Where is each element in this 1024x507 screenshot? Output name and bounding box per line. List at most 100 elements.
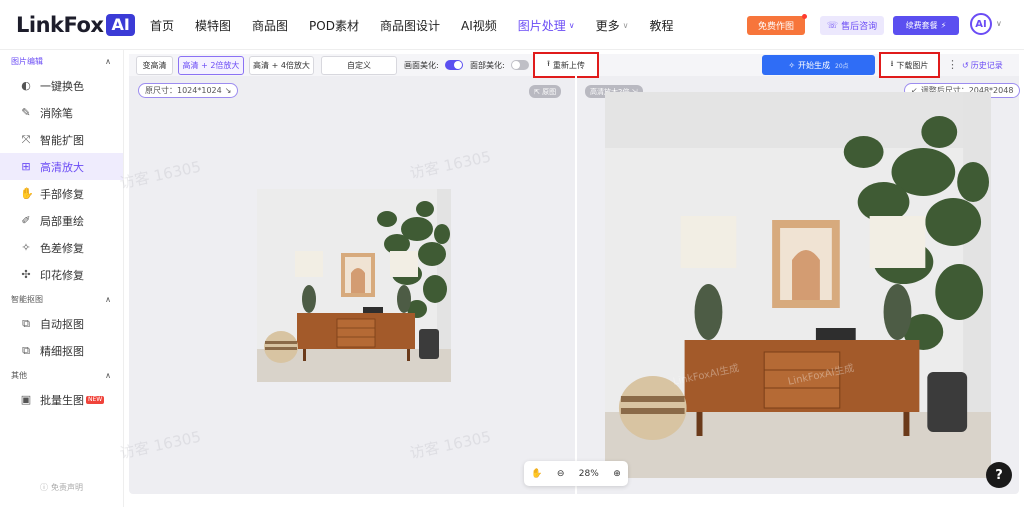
sidebar-item[interactable]: ⧉ 自动抠图	[0, 310, 123, 337]
fine-cutout-icon: ⧉	[22, 343, 30, 357]
user-avatar[interactable]: AI	[970, 13, 992, 35]
sidebar-item[interactable]: ⤧ 智能扩图	[0, 126, 123, 153]
zoom-level: 28%	[578, 468, 599, 479]
logo-text: LinkFox	[16, 13, 104, 37]
upload-icon: ⭱	[547, 59, 550, 68]
after-sales-consult-button[interactable]: ☏ 售后咨询	[820, 16, 884, 35]
original-tag-label: 原图	[542, 87, 557, 96]
reupload-label: 重新上传	[552, 60, 585, 70]
nav-item-7[interactable]: 更多 ∨	[596, 17, 629, 34]
sidebar-item-label: 精细抠图	[40, 344, 84, 358]
sidebar-item-label: 自动抠图	[40, 317, 84, 331]
disclaimer-link[interactable]: ⓘ 免责声明	[40, 482, 83, 493]
nav-item-2[interactable]: 商品图	[252, 17, 288, 34]
sidebar-sections: 图片编辑 ∧ ◐ 一键换色 ✎ 消除笔 ⤧ 智能扩图 ⊞ 高清放大 ✋ 手部修复 ✐ 局部重绘 ✧ 色差修复 ✣…	[0, 50, 123, 413]
chevron-down-icon: ∨	[622, 20, 629, 30]
sidebar: 图片编辑 ∧ ◐ 一键换色 ✎ 消除笔 ⤧ 智能扩图 ⊞ 高清放大 ✋ 手部修复 ✐ 局部重绘 ✧ 色差修复 ✣…	[0, 50, 124, 507]
sidebar-section-header[interactable]: 其他 ∧	[0, 364, 123, 386]
sidebar-item-label: 局部重绘	[40, 214, 84, 228]
repaint-icon: ✐	[21, 214, 31, 227]
nav-item-5[interactable]: AI视频	[461, 17, 497, 34]
nav-item-1[interactable]: 模特图	[195, 17, 231, 34]
renew-label: 续费套餐	[905, 21, 938, 30]
sidebar-item[interactable]: ◐ 一键换色	[0, 72, 123, 99]
zoom-in-icon[interactable]: ⊕	[613, 469, 621, 479]
sidebar-item-label: 手部修复	[40, 187, 84, 201]
new-badge: NEW	[86, 395, 105, 404]
chevron-up-icon: ∧	[105, 294, 111, 304]
room-scene-large	[605, 92, 991, 478]
linkfox-logo[interactable]: LinkFox AI	[16, 12, 135, 38]
sidebar-item[interactable]: ✋ 手部修复	[0, 180, 123, 207]
color-swap-icon: ◐	[21, 79, 31, 92]
history-record-link[interactable]: ↺ 历史记录	[962, 60, 1003, 71]
sidebar-item[interactable]: ✣ 印花修复	[0, 261, 123, 288]
disclaimer-label: 免责声明	[51, 483, 83, 492]
sidebar-item[interactable]: ▣ 批量生图 NEW	[0, 386, 123, 413]
free-drawing-label: 免费作图	[757, 22, 794, 32]
sidebar-item-label: 印花修复	[40, 268, 84, 282]
option-enhance-button[interactable]: 变高清	[136, 56, 173, 75]
renew-plan-button[interactable]: 续费套餐 ⚡	[893, 16, 959, 35]
chevron-up-icon: ∧	[105, 370, 111, 380]
face-beautify-toggle[interactable]	[511, 60, 529, 70]
history-icon: ↺	[962, 61, 969, 70]
hand-icon: ✋	[20, 187, 34, 200]
workspace: 变高清 高清 + 2倍放大 高清 + 4倍放大 自定义 画面美化: 面部美化: …	[118, 52, 1021, 494]
sidebar-item-label: 消除笔	[40, 106, 73, 120]
generate-cost: 20点	[835, 62, 849, 70]
sidebar-item[interactable]: ✎ 消除笔	[0, 99, 123, 126]
nav-item-label: AI视频	[461, 18, 497, 33]
info-circle-icon: ⓘ	[40, 483, 48, 492]
history-label: 历史记录	[970, 61, 1003, 70]
original-image-pane: 原尺寸：1024*1024 ↘ ⇱ 原图	[129, 76, 575, 494]
sidebar-item-label: 色差修复	[40, 241, 84, 255]
nav-item-8[interactable]: 教程	[650, 17, 674, 34]
sidebar-item[interactable]: ✧ 色差修复	[0, 234, 123, 261]
download-image-button[interactable]: ⭳ 下载图片	[879, 52, 940, 78]
start-generate-button[interactable]: ✧ 开始生成 20点	[762, 55, 875, 75]
section-title: 智能抠图	[11, 294, 43, 304]
option-4x-upscale-button[interactable]: 高清 + 4倍放大	[249, 56, 314, 75]
sidebar-section-header[interactable]: 图片编辑 ∧	[0, 50, 123, 72]
sidebar-item[interactable]: ✐ 局部重绘	[0, 207, 123, 234]
nav-item-0[interactable]: 首页	[150, 17, 174, 34]
expand-icon: ⤧	[21, 132, 31, 146]
toggle-knob	[512, 61, 520, 69]
nav-item-4[interactable]: 商品图设计	[380, 17, 440, 34]
top-navigation-bar: LinkFox AI 首页 模特图 商品图 POD素材 商品图设计 AI视频 图片处理 ∨ 更多…	[0, 0, 1024, 50]
upscaled-photo	[605, 92, 991, 478]
sidebar-item-label: 高清放大	[40, 160, 84, 174]
free-drawing-button[interactable]: 免费作图	[747, 14, 807, 35]
lightning-icon: ⚡	[940, 21, 947, 30]
sidebar-item[interactable]: ⧉ 精细抠图	[0, 337, 123, 364]
chevron-down-icon[interactable]: ∨	[996, 19, 1002, 28]
beautify-label: 画面美化:	[404, 61, 439, 70]
notification-dot	[802, 14, 807, 19]
main-nav: 首页 模特图 商品图 POD素材 商品图设计 AI视频 图片处理 ∨ 更多 ∨ 教程	[150, 0, 695, 50]
hand-pan-icon[interactable]: ✋	[531, 469, 542, 479]
option-custom-button[interactable]: 自定义	[321, 56, 397, 75]
batch-icon: ▣	[20, 393, 32, 406]
eraser-pen-icon: ✎	[21, 106, 31, 119]
option-2x-upscale-button[interactable]: 高清 + 2倍放大	[178, 56, 244, 75]
reupload-button[interactable]: ⭱ 重新上传	[533, 52, 599, 78]
zoom-controls: ✋ ⊖ 28% ⊕	[524, 461, 628, 486]
nav-item-label: 商品图设计	[379, 18, 440, 33]
sidebar-item-label: 批量生图	[40, 393, 84, 407]
sidebar-section-header[interactable]: 智能抠图 ∧	[0, 288, 123, 310]
original-size-chip: 原尺寸：1024*1024 ↘	[138, 83, 239, 98]
magic-wand-icon: ✧	[788, 60, 796, 70]
chevron-up-icon: ∧	[105, 56, 111, 66]
sidebar-item[interactable]: ⊞ 高清放大	[0, 153, 123, 180]
help-button[interactable]: ?	[986, 462, 1012, 488]
upscale-toolbar: 变高清 高清 + 2倍放大 高清 + 4倍放大 自定义 画面美化: 面部美化: …	[129, 52, 1019, 78]
beautify-toggle[interactable]	[445, 60, 463, 70]
more-options-icon[interactable]: ⋮	[947, 58, 958, 71]
zoom-out-icon[interactable]: ⊖	[557, 469, 565, 479]
nav-item-3[interactable]: POD素材	[309, 17, 359, 34]
print-fix-icon: ✣	[21, 268, 31, 281]
room-scene-small	[257, 189, 451, 382]
nav-item-6[interactable]: 图片处理 ∨	[518, 17, 575, 34]
corner-arrow-icon: ⇱	[534, 87, 540, 96]
